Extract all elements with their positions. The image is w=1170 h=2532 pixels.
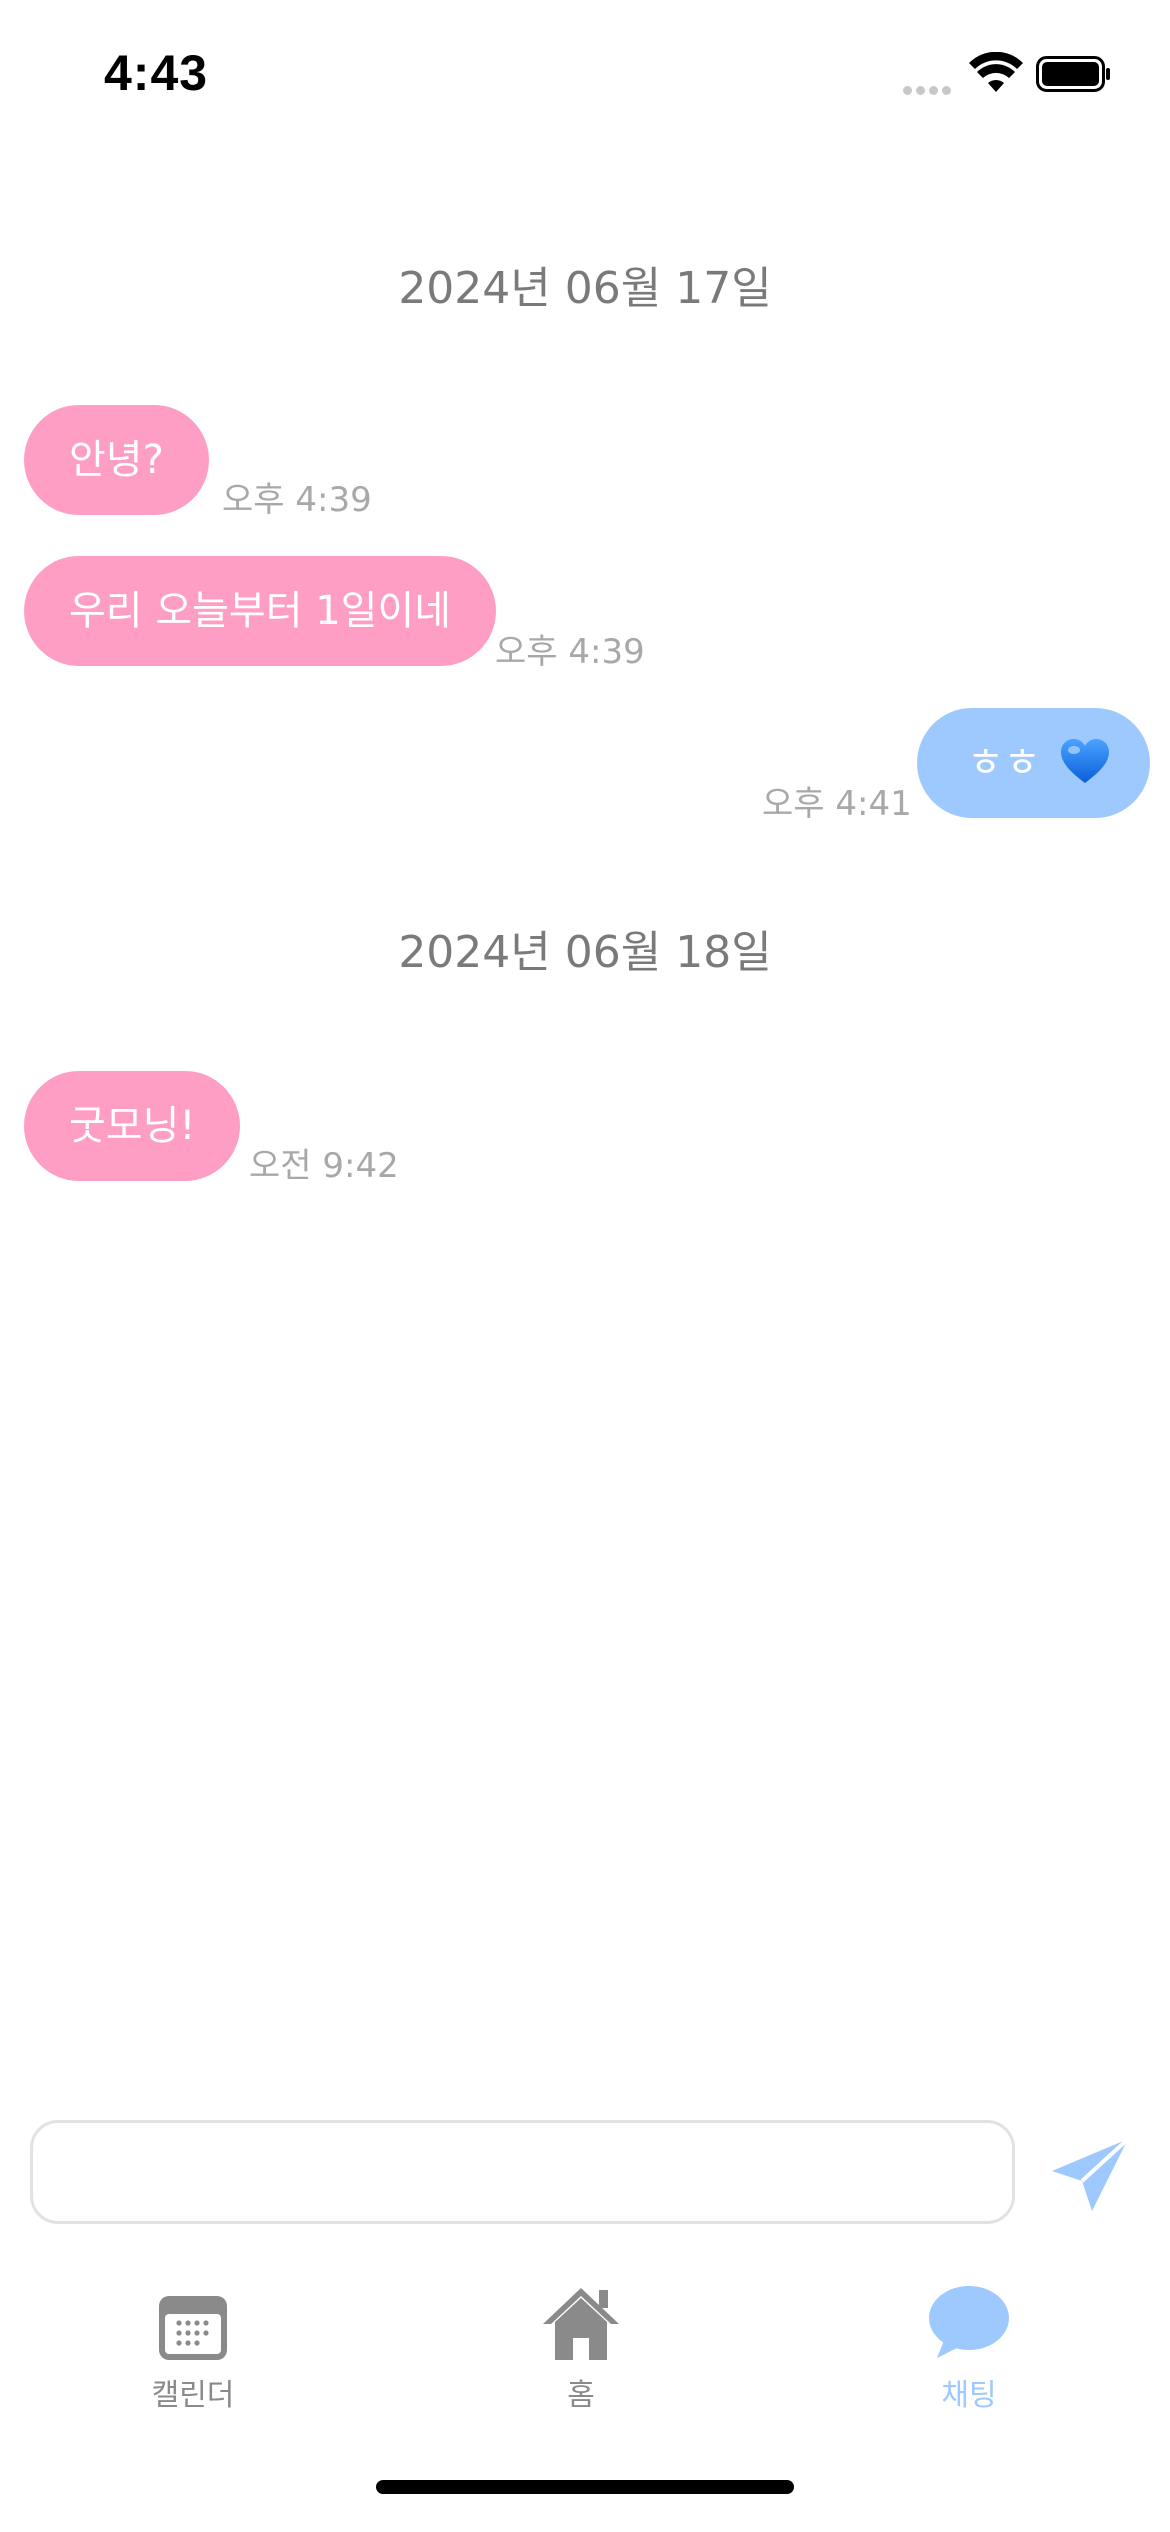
date-separator: 2024년 06월 18일: [398, 927, 772, 978]
tab-chat[interactable]: 채팅: [869, 2280, 1069, 2430]
received-message-bubble[interactable]: 우리 오늘부터 1일이네: [24, 556, 497, 666]
cellular-signal-icon: [903, 80, 957, 95]
status-bar: 4:43: [0, 0, 1170, 150]
wifi-icon: [969, 52, 1023, 92]
message-timestamp: 오후 4:39: [222, 480, 372, 520]
chat-bubble-icon: [929, 2286, 1009, 2358]
paper-plane-icon: [1052, 2137, 1130, 2211]
blue-heart-icon: [1060, 739, 1109, 783]
tab-home[interactable]: 홈: [481, 2280, 681, 2430]
received-message-bubble[interactable]: 굿모닝!: [24, 1071, 241, 1181]
message-composer: [0, 2120, 1170, 2230]
tab-calendar[interactable]: 캘린더: [93, 2280, 293, 2430]
battery-icon: [1036, 56, 1110, 92]
message-timestamp: 오후 4:41: [762, 784, 912, 824]
status-time: 4:43: [104, 45, 209, 101]
tab-bar: 캘린더 홈 채팅: [0, 2280, 1170, 2440]
sent-message-text: ㅎㅎ: [967, 740, 1041, 786]
message-timestamp: 오후 4:39: [495, 632, 645, 672]
tab-label: 캘린더: [151, 2378, 235, 2413]
received-message-bubble[interactable]: 안녕?: [24, 405, 209, 515]
message-timestamp: 오전 9:42: [249, 1146, 399, 1186]
message-input[interactable]: [30, 2120, 1015, 2224]
home-indicator[interactable]: [376, 2480, 794, 2494]
calendar-icon: [159, 2296, 227, 2360]
chat-message-list[interactable]: 2024년 06월 17일 안녕? 오후 4:39 우리 오늘부터 1일이네 오…: [0, 150, 1170, 2110]
tab-label: 채팅: [941, 2378, 997, 2413]
date-separator: 2024년 06월 17일: [398, 263, 772, 314]
send-button[interactable]: [1040, 2130, 1140, 2220]
tab-label: 홈: [567, 2378, 595, 2413]
sent-message-bubble[interactable]: ㅎㅎ: [917, 708, 1150, 818]
home-icon: [543, 2288, 619, 2360]
